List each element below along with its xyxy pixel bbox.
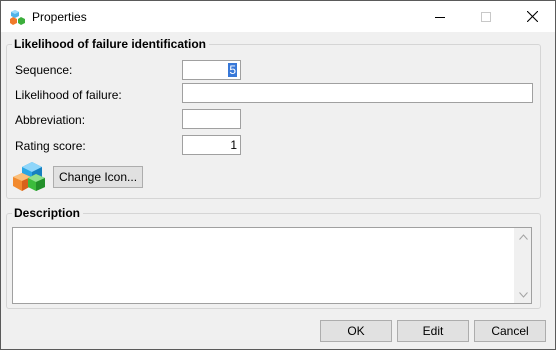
likelihood-label: Likelihood of failure:: [15, 88, 122, 102]
sequence-label: Sequence:: [15, 63, 73, 77]
sequence-field[interactable]: 5: [182, 60, 241, 80]
close-icon: [526, 11, 538, 22]
abbreviation-label: Abbreviation:: [15, 113, 86, 127]
description-scrollbar[interactable]: [514, 228, 531, 303]
ok-button[interactable]: OK: [320, 320, 392, 342]
scroll-down-icon[interactable]: [515, 286, 532, 303]
description-textarea[interactable]: [12, 227, 532, 304]
window-title: Properties: [32, 10, 87, 24]
object-cubes-icon: [13, 162, 45, 191]
maximize-button[interactable]: [463, 1, 509, 32]
close-button[interactable]: [509, 1, 555, 32]
abbreviation-field[interactable]: [182, 109, 241, 129]
description-group-title: Description: [12, 206, 84, 220]
identification-group-title: Likelihood of failure identification: [12, 37, 210, 51]
scroll-up-icon[interactable]: [515, 228, 532, 245]
change-icon-button[interactable]: Change Icon...: [53, 166, 143, 188]
properties-window: Properties Likelihood of failure identif…: [0, 0, 556, 350]
sequence-value: 5: [228, 63, 237, 77]
likelihood-field[interactable]: [182, 83, 533, 103]
title-bar: Properties: [1, 1, 555, 32]
cancel-button[interactable]: Cancel: [474, 320, 546, 342]
edit-button[interactable]: Edit: [397, 320, 469, 342]
cubes-icon: [10, 10, 25, 25]
maximize-icon: [481, 11, 491, 22]
minimize-button[interactable]: [417, 1, 463, 32]
minimize-icon: [435, 16, 445, 18]
rating-field[interactable]: 1: [182, 135, 241, 155]
rating-label: Rating score:: [15, 139, 86, 153]
